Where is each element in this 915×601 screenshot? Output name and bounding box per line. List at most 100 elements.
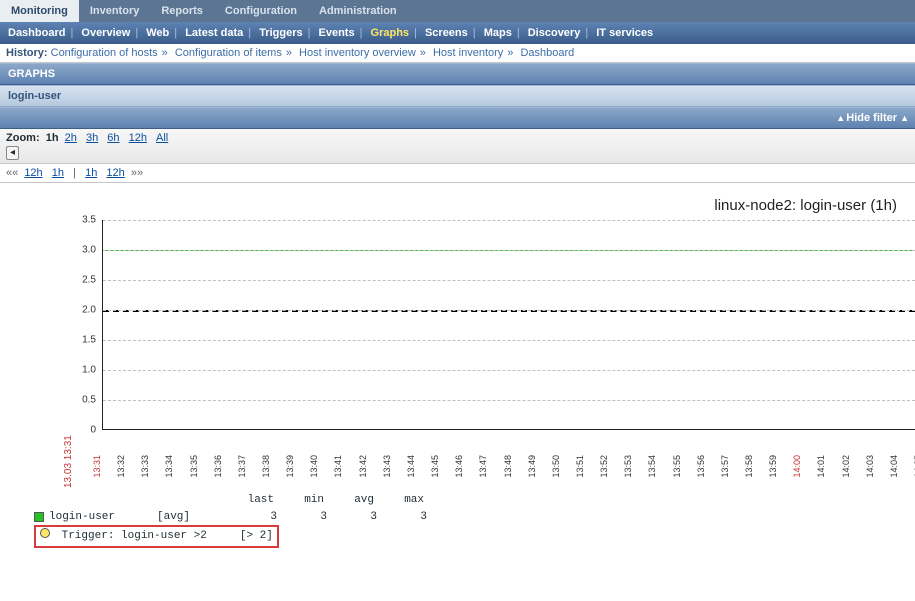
legend-series-name: login-user — [49, 509, 157, 526]
zoom-label: Zoom: — [6, 132, 40, 144]
x-tick-label: 13:39 — [285, 455, 295, 478]
chart-title: linux-node2: login-user (1h) — [12, 191, 915, 214]
x-tick-label: 13:36 — [213, 455, 223, 478]
y-tick-label: 3.0 — [36, 245, 96, 256]
x-tick-label: 13:35 — [189, 455, 199, 478]
x-tick-label: 13:31 — [92, 455, 102, 478]
subnav-triggers[interactable]: Triggers — [259, 27, 302, 39]
x-tick-label: 13:47 — [478, 455, 488, 478]
crumb-link[interactable]: Dashboard — [520, 47, 574, 59]
x-tick-label: 13:44 — [406, 455, 416, 478]
x-tick-label: 13:51 — [575, 455, 585, 478]
page-bar: GRAPHS — [0, 63, 915, 85]
zoom-all[interactable]: All — [156, 132, 168, 144]
x-tick-label: 13:33 — [140, 455, 150, 478]
x-tick-label: 13:52 — [599, 455, 609, 478]
subnav-web[interactable]: Web — [146, 27, 169, 39]
subnav-overview[interactable]: Overview — [81, 27, 130, 39]
x-tick-label: 13:49 — [527, 455, 537, 478]
crumb-link[interactable]: Configuration of items — [175, 47, 282, 59]
subnav-discovery[interactable]: Discovery — [528, 27, 581, 39]
x-tick-label: 13:55 — [672, 455, 682, 478]
x-tick-label: 13:48 — [503, 455, 513, 478]
tab-monitoring[interactable]: Monitoring — [0, 0, 79, 22]
legend-avg: 3 — [327, 509, 377, 526]
subnav-screens[interactable]: Screens — [425, 27, 468, 39]
legend-header-last: last — [224, 492, 274, 509]
y-tick-label: 1.0 — [36, 365, 96, 376]
x-tick-label: 13:59 — [768, 455, 778, 478]
legend-trigger-row: Trigger: login-user >2 [> 2] — [34, 525, 915, 548]
nav-right-dbl[interactable]: »» — [131, 167, 143, 179]
x-tick-label: 13:40 — [309, 455, 319, 478]
zoom-row: Zoom: 1h 2h 3h 6h 12h All ◂ — [0, 129, 915, 164]
top-nav: Monitoring Inventory Reports Configurati… — [0, 0, 915, 22]
chart-area[interactable]: 00.51.01.52.02.53.03.5 13:3113:3213:3313… — [12, 220, 915, 450]
x-tick-label: 13:43 — [382, 455, 392, 478]
legend-min: 3 — [277, 509, 327, 526]
nav-left-1h[interactable]: 1h — [52, 167, 64, 179]
x-tick-label: 13:56 — [696, 455, 706, 478]
trigger-expr: [> 2] — [240, 530, 273, 542]
x-tick-label: 13:34 — [164, 455, 174, 478]
x-tick-label: 13:42 — [358, 455, 368, 478]
scroll-left-button[interactable]: ◂ — [6, 146, 19, 160]
x-tick-label: 14:04 — [889, 455, 899, 478]
legend-max: 3 — [377, 509, 427, 526]
crumb-link[interactable]: Host inventory overview — [299, 47, 416, 59]
legend-header-max: max — [374, 492, 424, 509]
tab-inventory[interactable]: Inventory — [79, 0, 151, 22]
x-tick-label: 14:02 — [841, 455, 851, 478]
trigger-color-swatch — [40, 528, 50, 538]
date-anchor: 13.03 13:31 — [63, 435, 74, 488]
zoom-3h[interactable]: 3h — [86, 132, 98, 144]
filter-toggle-bar[interactable]: ▲ Hide filter ▲ — [0, 107, 915, 129]
hide-filter-label: Hide filter — [846, 112, 897, 124]
chart-container: linux-node2: login-user (1h) 00.51.01.52… — [0, 183, 915, 548]
collapse-up-icon: ▲ — [900, 113, 907, 123]
subnav-graphs[interactable]: Graphs — [371, 27, 410, 39]
zoom-6h[interactable]: 6h — [107, 132, 119, 144]
x-tick-label: 13:53 — [623, 455, 633, 478]
zoom-12h[interactable]: 12h — [129, 132, 147, 144]
x-tick-label: 13:41 — [333, 455, 343, 478]
zoom-2h[interactable]: 2h — [65, 132, 77, 144]
subnav-it-services[interactable]: IT services — [596, 27, 653, 39]
legend-header-min: min — [274, 492, 324, 509]
tab-configuration[interactable]: Configuration — [214, 0, 308, 22]
trigger-label: Trigger: login-user >2 — [62, 530, 207, 542]
history-label: History: — [6, 47, 48, 59]
tab-administration[interactable]: Administration — [308, 0, 408, 22]
nav-sep: | — [73, 167, 76, 179]
nav-left-12h[interactable]: 12h — [24, 167, 42, 179]
x-tick-label: 13:38 — [261, 455, 271, 478]
y-tick-label: 2.0 — [36, 305, 96, 316]
x-tick-label: 13:58 — [744, 455, 754, 478]
x-tick-label: 13:37 — [237, 455, 247, 478]
x-tick-label: 13:57 — [720, 455, 730, 478]
x-tick-label: 14:03 — [865, 455, 875, 478]
subnav-dashboard[interactable]: Dashboard — [8, 27, 65, 39]
legend: last min avg max login-user [avg] 3 3 3 … — [34, 492, 915, 548]
subnav-latest-data[interactable]: Latest data — [185, 27, 243, 39]
tab-reports[interactable]: Reports — [150, 0, 214, 22]
sub-nav: Dashboard| Overview| Web| Latest data| T… — [0, 22, 915, 44]
subnav-events[interactable]: Events — [319, 27, 355, 39]
legend-series-row: login-user [avg] 3 3 3 3 — [34, 509, 915, 526]
subnav-maps[interactable]: Maps — [484, 27, 512, 39]
x-tick-label: 13:45 — [430, 455, 440, 478]
zoom-1h[interactable]: 1h — [46, 132, 59, 144]
y-tick-label: 0 — [36, 425, 96, 436]
y-tick-label: 2.5 — [36, 275, 96, 286]
nav-right-12h[interactable]: 12h — [106, 167, 124, 179]
y-tick-label: 1.5 — [36, 335, 96, 346]
crumb-link[interactable]: Host inventory — [433, 47, 503, 59]
legend-last: 3 — [227, 509, 277, 526]
x-tick-label: 13:50 — [551, 455, 561, 478]
x-tick-label: 13:54 — [647, 455, 657, 478]
nav-right-1h[interactable]: 1h — [85, 167, 97, 179]
nav-left-dbl[interactable]: «« — [6, 167, 18, 179]
crumb-link[interactable]: Configuration of hosts — [51, 47, 158, 59]
collapse-up-icon: ▲ — [836, 113, 843, 123]
x-tick-label: 14:00 — [792, 455, 802, 478]
